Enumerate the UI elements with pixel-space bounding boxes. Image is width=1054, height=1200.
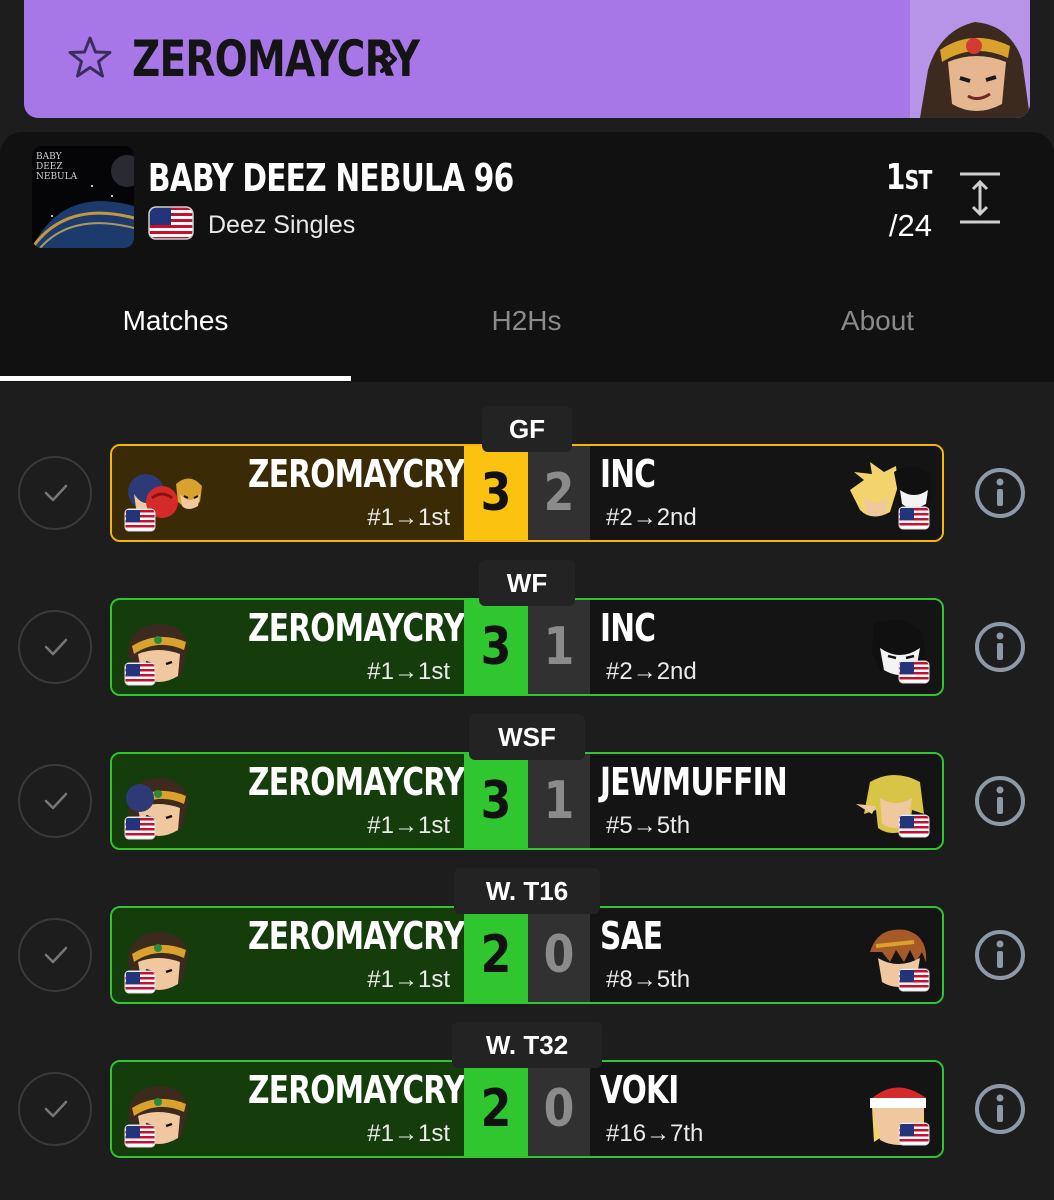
tournament-name[interactable]: BABY DEEZ NEBULA 96 [148, 156, 617, 201]
us-flag-icon [124, 662, 156, 691]
opponent-seed: #16→7th [606, 1120, 704, 1147]
opponent-seed: #8→5th [606, 966, 691, 993]
player-name: ZEROMAYCRY [132, 30, 420, 88]
info-icon[interactable] [974, 775, 1026, 827]
opponent-character-icon [850, 614, 936, 688]
opponent-character-icon [850, 768, 936, 842]
event-name[interactable]: Deez Singles [208, 211, 355, 240]
opponent-name[interactable]: VOKI [600, 1068, 701, 1113]
player-score: 3 [464, 754, 528, 848]
opponent-character-icon [850, 460, 936, 534]
us-flag-icon [898, 506, 930, 535]
opponent-name[interactable]: SAE [600, 914, 680, 959]
match-scoreboard[interactable]: ZEROMAYCRY #1→1st 3 2 INC #2→2nd [110, 444, 944, 542]
match-row[interactable]: ZEROMAYCRY #1→1st 3 1 JEWMUFFIN #5→5th WSF [0, 714, 1054, 852]
us-flag-icon [124, 1124, 156, 1153]
player-score: 2 [464, 1062, 528, 1156]
round-label: GF [482, 406, 572, 452]
star-outline-icon[interactable] [66, 34, 114, 82]
player-seed: #1→1st [367, 812, 450, 839]
us-flag-icon [898, 968, 930, 997]
us-flag-icon [124, 970, 156, 999]
match-row[interactable]: ZEROMAYCRY #1→1st 2 0 VOKI #16→7th W. T32 [0, 1022, 1054, 1160]
reported-check-icon[interactable] [18, 610, 92, 684]
reported-check-icon[interactable] [18, 764, 92, 838]
us-flag-icon [124, 816, 156, 845]
match-scoreboard[interactable]: ZEROMAYCRY #1→1st 2 0 SAE #8→5th [110, 906, 944, 1004]
player-score: 2 [464, 908, 528, 1002]
match-scoreboard[interactable]: ZEROMAYCRY #1→1st 2 0 VOKI #16→7th [110, 1060, 944, 1158]
opponent-seed: #2→2nd [606, 504, 697, 531]
opponent-name[interactable]: INC [600, 606, 671, 651]
placement: 1ST [886, 157, 932, 198]
opponent-score: 0 [528, 1062, 590, 1156]
player-seed: #1→1st [367, 966, 450, 993]
opponent-character-icon [850, 1076, 936, 1150]
player-score: 3 [464, 446, 528, 540]
opponent-seed: #2→2nd [606, 658, 697, 685]
reported-check-icon[interactable] [18, 456, 92, 530]
player-banner[interactable]: ZEROMAYCRY [24, 0, 1030, 118]
info-icon[interactable] [974, 621, 1026, 673]
player-name[interactable]: ZEROMAYCRY [187, 452, 465, 497]
opponent-score: 1 [528, 600, 590, 694]
match-row[interactable]: ZEROMAYCRY #1→1st 3 2 INC #2→2nd GF [0, 406, 1054, 544]
round-label: W. T16 [454, 868, 600, 914]
opponent-name[interactable]: INC [600, 452, 671, 497]
thumbnail-text: BABY DEEZ NEBULA [36, 152, 78, 182]
expand-collapse-icon[interactable] [960, 172, 1000, 224]
chevron-right-icon[interactable] [376, 42, 402, 76]
us-flag-icon [148, 206, 194, 240]
tab-bar: Matches H2Hs About [0, 272, 1054, 382]
round-label: W. T32 [452, 1022, 602, 1068]
match-scoreboard[interactable]: ZEROMAYCRY #1→1st 3 1 INC #2→2nd [110, 598, 944, 696]
player-name[interactable]: ZEROMAYCRY [187, 606, 465, 651]
reported-check-icon[interactable] [18, 918, 92, 992]
player-seed: #1→1st [367, 658, 450, 685]
opponent-seed: #5→5th [606, 812, 691, 839]
tab-h2hs[interactable]: H2Hs [351, 272, 702, 382]
active-tab-indicator [0, 376, 351, 381]
info-icon[interactable] [974, 467, 1026, 519]
opponent-score: 2 [528, 446, 590, 540]
info-icon[interactable] [974, 929, 1026, 981]
opponent-name[interactable]: JEWMUFFIN [600, 760, 840, 805]
reported-check-icon[interactable] [18, 1072, 92, 1146]
tournament-thumbnail[interactable]: BABY DEEZ NEBULA [32, 146, 134, 248]
match-row[interactable]: ZEROMAYCRY #1→1st 2 0 SAE #8→5th W. T16 [0, 868, 1054, 1006]
us-flag-icon [124, 508, 156, 537]
match-row[interactable]: ZEROMAYCRY #1→1st 3 1 INC #2→2nd WF [0, 560, 1054, 698]
us-flag-icon [898, 814, 930, 843]
match-scoreboard[interactable]: ZEROMAYCRY #1→1st 3 1 JEWMUFFIN #5→5th [110, 752, 944, 850]
round-label: WSF [469, 714, 585, 760]
player-name[interactable]: ZEROMAYCRY [187, 914, 465, 959]
tab-matches[interactable]: Matches [0, 272, 351, 382]
entrant-count: /24 [888, 208, 932, 243]
player-seed: #1→1st [367, 1120, 450, 1147]
us-flag-icon [898, 660, 930, 689]
player-score: 3 [464, 600, 528, 694]
info-icon[interactable] [974, 1083, 1026, 1135]
opponent-score: 1 [528, 754, 590, 848]
tab-about[interactable]: About [702, 272, 1053, 382]
round-label: WF [479, 560, 575, 606]
player-name[interactable]: ZEROMAYCRY [187, 1068, 465, 1113]
character-avatar-icon [910, 0, 1030, 118]
player-name[interactable]: ZEROMAYCRY [187, 760, 465, 805]
us-flag-icon [898, 1122, 930, 1151]
opponent-score: 0 [528, 908, 590, 1002]
opponent-character-icon [850, 922, 936, 996]
player-seed: #1→1st [367, 504, 450, 531]
